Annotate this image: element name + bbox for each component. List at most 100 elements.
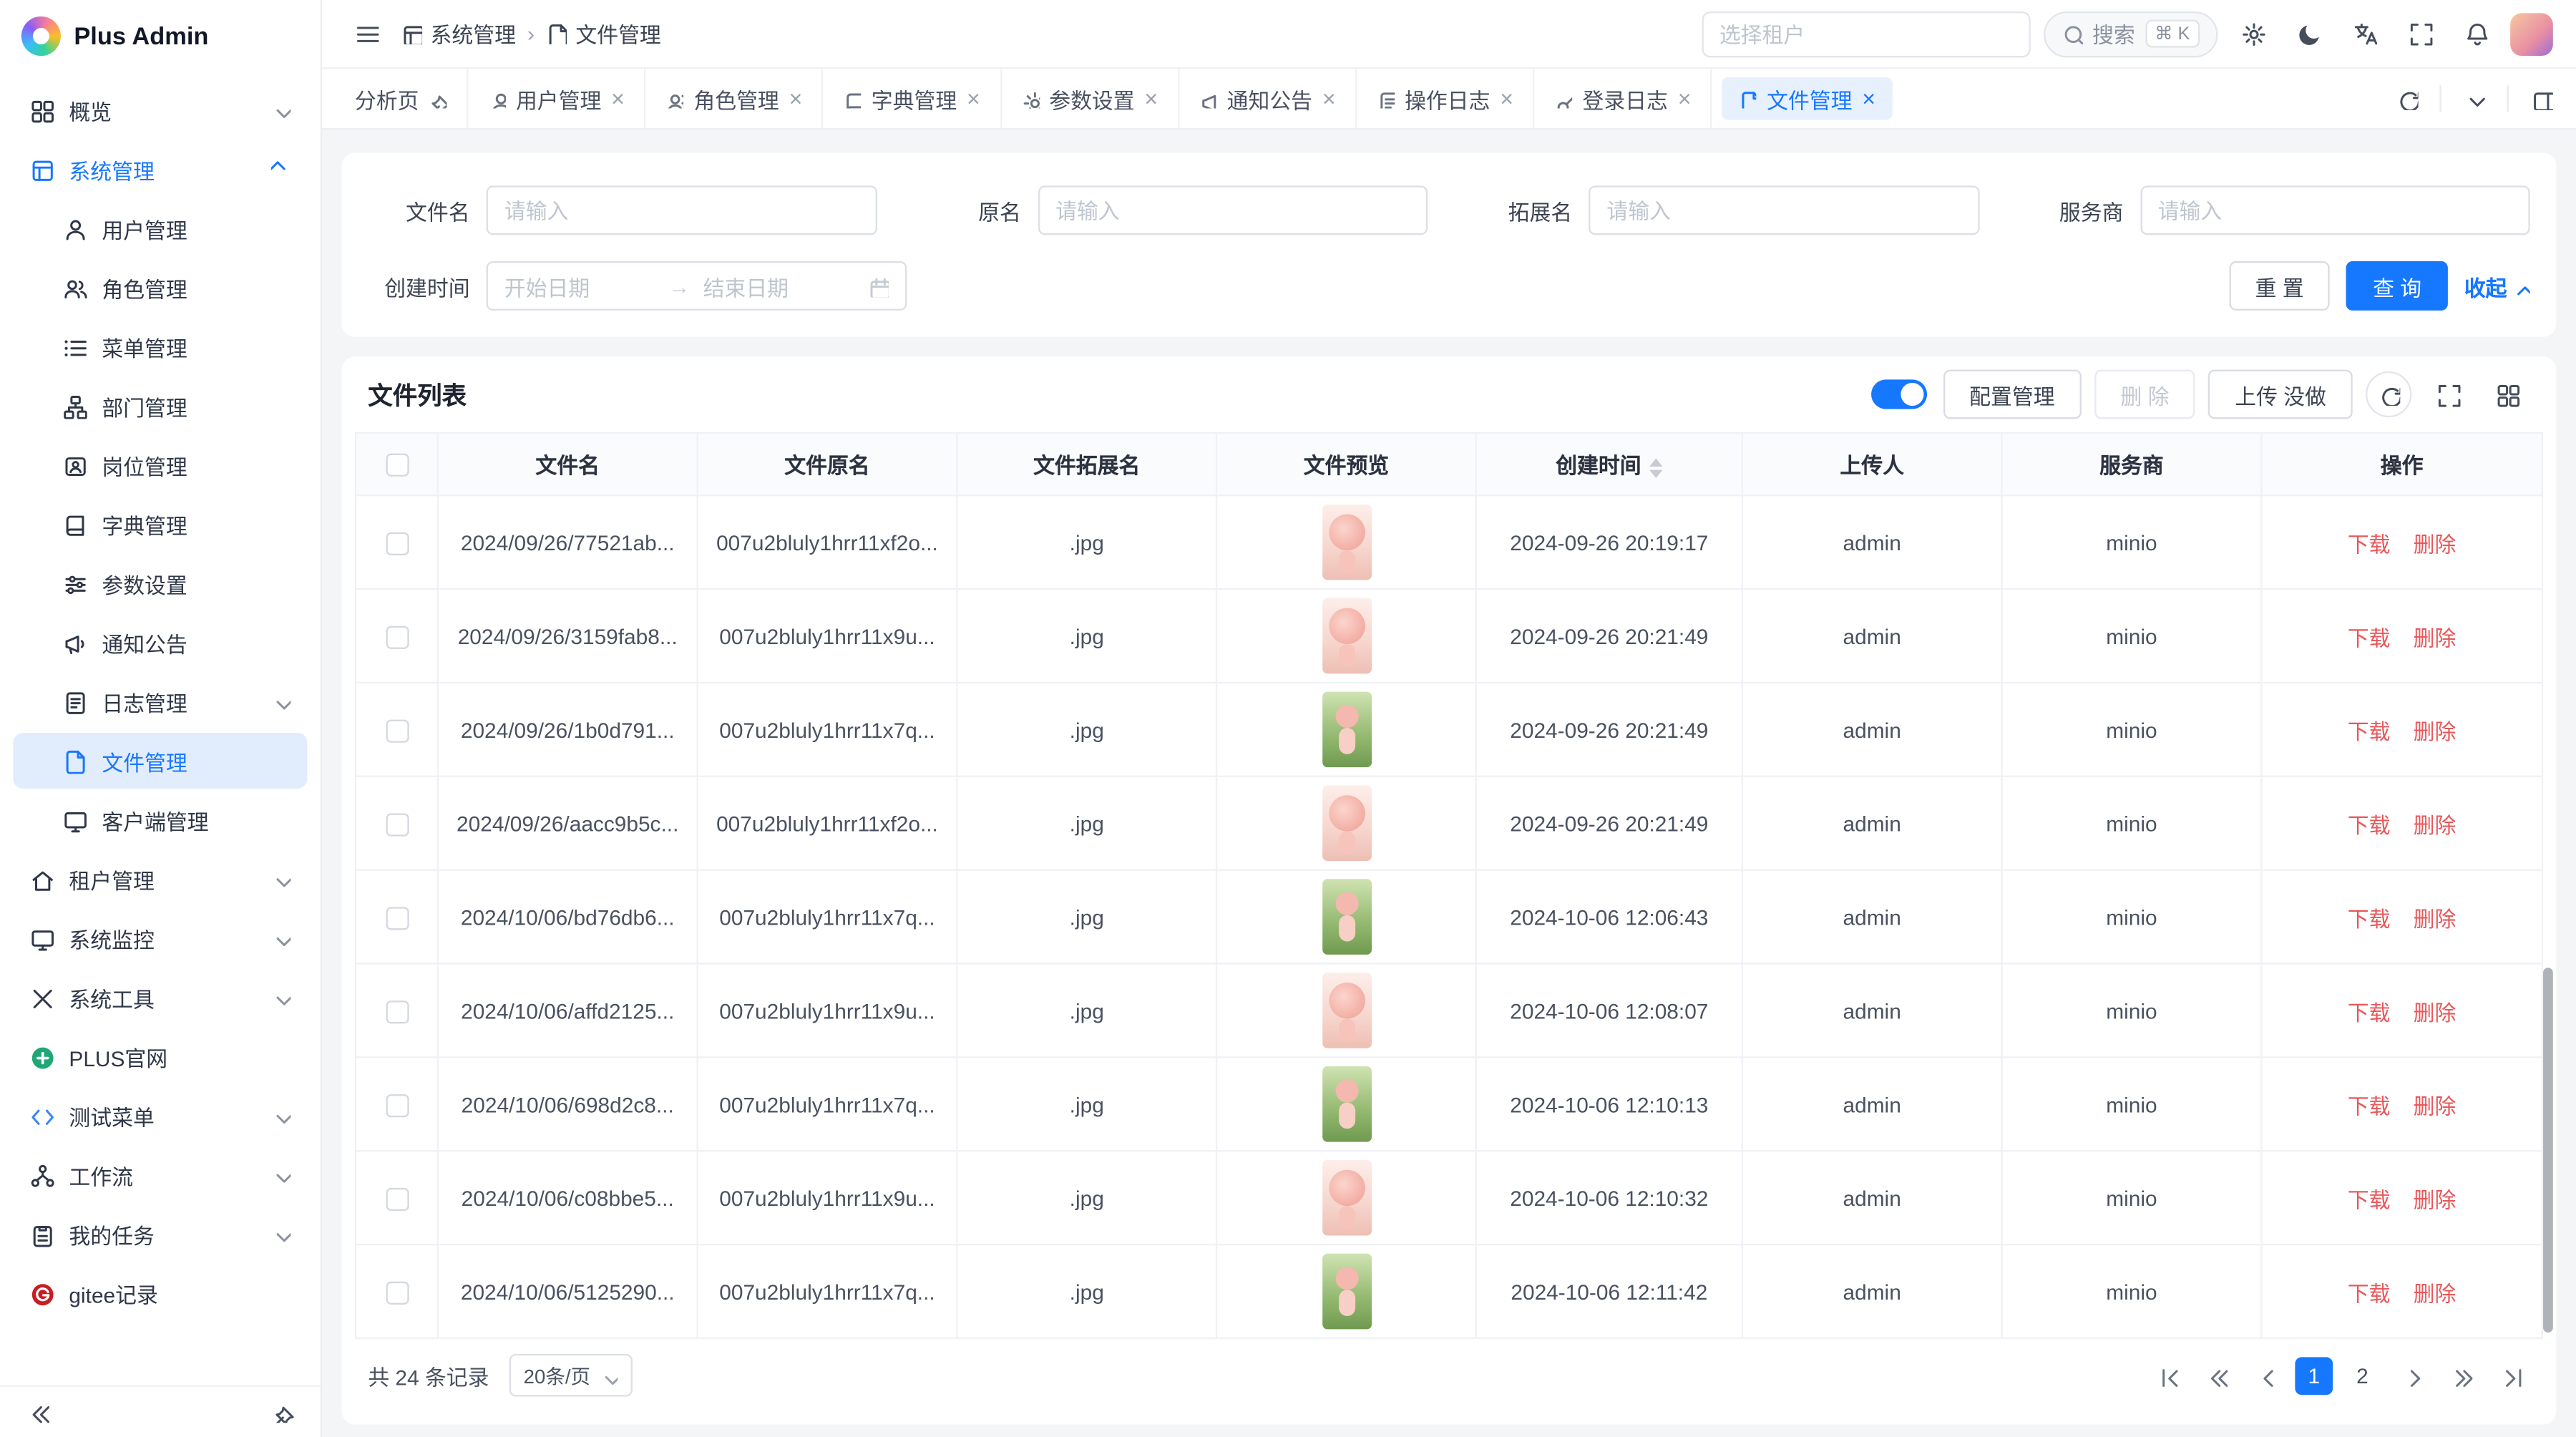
sidebar-item-menu[interactable]: 菜单管理 xyxy=(13,318,307,374)
hamburger-menu-button[interactable] xyxy=(345,12,388,55)
sidebar-item-log[interactable]: 日志管理 xyxy=(13,673,307,729)
tab-file[interactable]: 文件管理× xyxy=(1722,77,1892,120)
sidebar-item-monitor[interactable]: 系统监控 xyxy=(13,910,307,966)
row-checkbox[interactable] xyxy=(385,532,408,555)
app-logo[interactable]: Plus Admin xyxy=(0,0,321,72)
breadcrumb-item-system[interactable]: 系统管理 xyxy=(401,18,516,49)
tab-dict[interactable]: 字典管理× xyxy=(824,69,1001,128)
tab-close-icon[interactable]: × xyxy=(1144,87,1158,110)
page-number-2[interactable]: 2 xyxy=(2343,1355,2382,1395)
next-fast-button[interactable] xyxy=(2441,1355,2481,1395)
prev-page-button[interactable] xyxy=(2245,1355,2285,1395)
download-link[interactable]: 下载 xyxy=(2348,625,2391,650)
download-link[interactable]: 下载 xyxy=(2348,532,2391,556)
sidebar-item-gitee[interactable]: gitee记录 xyxy=(13,1265,307,1321)
sidebar-item-post[interactable]: 岗位管理 xyxy=(13,437,307,493)
tab-login-log[interactable]: 登录日志× xyxy=(1535,69,1712,128)
row-checkbox[interactable] xyxy=(385,1281,408,1304)
filename-input[interactable] xyxy=(487,185,877,235)
file-preview-image[interactable] xyxy=(1322,692,1371,768)
sidebar-item-tenant[interactable]: 租户管理 xyxy=(13,851,307,907)
sidebar-item-overview[interactable]: 概览 xyxy=(13,82,307,138)
download-link[interactable]: 下载 xyxy=(2348,718,2391,743)
delete-link[interactable]: 删除 xyxy=(2414,1093,2457,1118)
notifications-button[interactable] xyxy=(2454,12,2497,55)
download-link[interactable]: 下载 xyxy=(2348,1187,2391,1212)
download-link[interactable]: 下载 xyxy=(2348,1000,2391,1024)
delete-link[interactable]: 删除 xyxy=(2414,812,2457,837)
row-checkbox[interactable] xyxy=(385,625,408,648)
extension-input[interactable] xyxy=(1589,185,1979,235)
tab-close-icon[interactable]: × xyxy=(1678,87,1692,110)
next-page-button[interactable] xyxy=(2392,1355,2431,1395)
file-preview-image[interactable] xyxy=(1322,1160,1371,1236)
origname-input[interactable] xyxy=(1038,185,1428,235)
sidebar-item-user[interactable]: 用户管理 xyxy=(13,200,307,256)
pin-icon[interactable] xyxy=(429,89,447,107)
sidebar-item-dept[interactable]: 部门管理 xyxy=(13,378,307,434)
breadcrumb-item-file[interactable]: 文件管理 xyxy=(546,18,661,49)
download-link[interactable]: 下载 xyxy=(2348,1281,2391,1305)
tab-notice[interactable]: 通知公告× xyxy=(1179,69,1357,128)
file-preview-image[interactable] xyxy=(1322,879,1371,955)
date-range-picker[interactable]: 开始日期 → 结束日期 xyxy=(487,261,907,311)
sidebar-item-file[interactable]: 文件管理 xyxy=(13,733,307,789)
select-all-checkbox[interactable] xyxy=(385,454,408,477)
sidebar-item-test[interactable]: 测试菜单 xyxy=(13,1088,307,1144)
delete-link[interactable]: 删除 xyxy=(2414,625,2457,650)
tab-close-icon[interactable]: × xyxy=(1862,87,1875,110)
search-toggle-switch[interactable] xyxy=(1870,379,1926,409)
row-checkbox[interactable] xyxy=(385,1000,408,1023)
download-link[interactable]: 下载 xyxy=(2348,1093,2391,1118)
sort-icons[interactable] xyxy=(1649,458,1662,478)
sidebar-item-client[interactable]: 客户端管理 xyxy=(13,792,307,848)
delete-link[interactable]: 删除 xyxy=(2414,906,2457,930)
first-page-button[interactable] xyxy=(2147,1355,2187,1395)
sidebar-item-tools[interactable]: 系统工具 xyxy=(13,970,307,1026)
sidebar-item-workflow[interactable]: 工作流 xyxy=(13,1147,307,1203)
sidebar-item-system[interactable]: 系统管理 xyxy=(13,141,307,197)
tab-param[interactable]: 参数设置× xyxy=(1002,69,1179,128)
col-header-createtime[interactable]: 创建时间 xyxy=(1476,433,1742,495)
row-checkbox[interactable] xyxy=(385,1187,408,1210)
sidebar-item-tasks[interactable]: 我的任务 xyxy=(13,1206,307,1262)
sidebar-collapse-button[interactable] xyxy=(16,1390,59,1433)
tab-oper-log[interactable]: 操作日志× xyxy=(1357,69,1534,128)
tab-close-icon[interactable]: × xyxy=(1500,87,1513,110)
tab-analysis[interactable]: 分析页 xyxy=(335,69,468,128)
global-search[interactable]: 搜索 ⌘ K xyxy=(2043,11,2218,57)
delete-link[interactable]: 删除 xyxy=(2414,718,2457,743)
sidebar-item-role[interactable]: 角色管理 xyxy=(13,260,307,316)
sidebar-pin-button[interactable] xyxy=(261,1390,304,1433)
table-fullscreen-button[interactable] xyxy=(2425,371,2471,417)
file-preview-image[interactable] xyxy=(1322,1254,1371,1330)
sidebar-item-dict[interactable]: 字典管理 xyxy=(13,496,307,552)
page-size-select[interactable]: 20条/页 xyxy=(509,1354,633,1397)
row-checkbox[interactable] xyxy=(385,719,408,742)
file-preview-image[interactable] xyxy=(1322,598,1371,674)
tab-user[interactable]: 用户管理× xyxy=(468,69,645,128)
reset-button[interactable]: 重 置 xyxy=(2229,261,2330,311)
delete-link[interactable]: 删除 xyxy=(2414,1000,2457,1024)
tab-close-icon[interactable]: × xyxy=(611,87,625,110)
toggle-panel-button[interactable] xyxy=(2520,77,2563,120)
table-refresh-button[interactable] xyxy=(2366,371,2411,417)
file-preview-image[interactable] xyxy=(1322,973,1371,1048)
file-preview-image[interactable] xyxy=(1322,505,1371,580)
user-avatar[interactable] xyxy=(2510,12,2553,55)
delete-link[interactable]: 删除 xyxy=(2414,1281,2457,1305)
config-manage-button[interactable]: 配置管理 xyxy=(1943,370,2081,419)
tab-close-icon[interactable]: × xyxy=(789,87,803,110)
page-number-1[interactable]: 1 xyxy=(2295,1356,2333,1394)
row-checkbox[interactable] xyxy=(385,1094,408,1117)
query-button[interactable]: 查 询 xyxy=(2346,261,2447,311)
prev-fast-button[interactable] xyxy=(2197,1355,2236,1395)
tab-close-icon[interactable]: × xyxy=(1322,87,1336,110)
settings-button[interactable] xyxy=(2231,12,2274,55)
tab-role[interactable]: 角色管理× xyxy=(646,69,824,128)
file-preview-image[interactable] xyxy=(1322,1066,1371,1142)
tab-refresh-button[interactable] xyxy=(2386,77,2429,120)
file-preview-image[interactable] xyxy=(1322,785,1371,861)
delete-button[interactable]: 删 除 xyxy=(2094,370,2195,419)
column-settings-button[interactable] xyxy=(2484,371,2529,417)
